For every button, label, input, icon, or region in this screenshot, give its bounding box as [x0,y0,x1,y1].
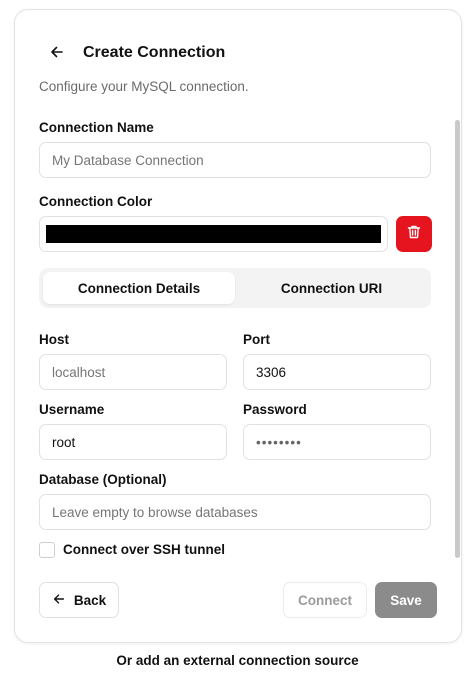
page-subtitle: Configure your MySQL connection. [39,79,249,94]
back-arrow-icon[interactable] [45,40,69,64]
page-title: Create Connection [83,44,226,61]
password-label: Password [243,402,307,417]
save-button[interactable]: Save [375,582,437,618]
connect-button[interactable]: Connect [283,582,367,618]
back-button-label: Back [73,592,107,608]
database-input[interactable] [39,494,431,530]
external-connection-link[interactable]: Or add an external connection source [0,653,475,668]
connection-tabs: Connection Details Connection URI [39,268,431,308]
tab-connection-details[interactable]: Connection Details [43,272,235,304]
ssh-tunnel-label: Connect over SSH tunnel [63,542,226,557]
username-input[interactable]: root [39,424,227,460]
host-input[interactable] [39,354,227,390]
connection-name-label: Connection Name [39,120,154,135]
back-button[interactable]: Back [39,582,119,618]
connection-color-label: Connection Color [39,194,153,209]
ssh-tunnel-checkbox[interactable] [39,542,55,558]
port-label: Port [243,332,270,347]
arrow-left-icon [52,592,66,609]
connection-name-input[interactable] [39,142,431,178]
host-label: Host [39,332,69,347]
delete-color-button[interactable] [396,216,432,252]
color-picker[interactable] [39,216,388,252]
port-input[interactable]: 3306 [243,354,431,390]
trash-icon [406,224,422,245]
tab-connection-uri[interactable]: Connection URI [235,272,428,304]
database-label: Database (Optional) [39,472,167,487]
password-input[interactable]: •••••••• [243,424,431,460]
color-swatch [46,225,381,243]
scrollbar[interactable] [455,120,460,558]
header [45,40,69,64]
username-label: Username [39,402,105,417]
